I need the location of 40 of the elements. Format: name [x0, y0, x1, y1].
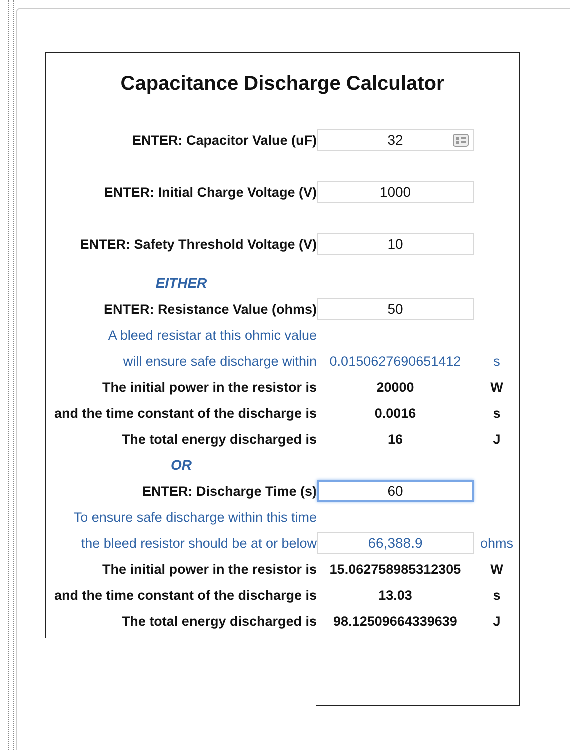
result-label: and the time constant of the discharge is: [53, 588, 317, 602]
card-icon: [453, 134, 469, 147]
result-label: The initial power in the resistor is: [101, 380, 317, 394]
field-label: ENTER: Discharge Time (s): [141, 484, 317, 498]
field-label: ENTER: Safety Threshold Voltage (V): [79, 236, 317, 252]
section-heading: OR: [170, 456, 193, 475]
field-label: ENTER: Capacitor Value (uF): [131, 132, 317, 148]
result-label: The total energy discharged is: [120, 432, 317, 446]
note-text: To ensure safe discharge within this time: [72, 510, 317, 524]
result-value: 0.0016: [374, 406, 418, 420]
output-field[interactable]: 66,388.9: [317, 532, 474, 554]
unit-label: W: [490, 562, 504, 576]
result-value: 15.062758985312305: [328, 562, 462, 576]
unit-label: W: [490, 380, 504, 394]
result-value: 16: [386, 432, 404, 446]
calculator-title: Capacitance Discharge Calculator: [120, 72, 446, 97]
input-field[interactable]: 60: [317, 480, 474, 502]
result-label: The total energy discharged is: [120, 614, 317, 628]
result-label: and the time constant of the discharge is: [53, 406, 317, 420]
input-field[interactable]: 50: [317, 298, 474, 320]
unit-label: ohms: [479, 536, 514, 550]
result-value: 20000: [376, 380, 416, 394]
result-value: 13.03: [378, 588, 414, 602]
note-text: A bleed resistar at this ohmic value: [107, 328, 317, 342]
unit-label: s: [492, 354, 502, 368]
note-text: will ensure safe discharge within: [122, 354, 317, 368]
field-label: ENTER: Initial Charge Voltage (V): [103, 184, 317, 200]
unit-label: s: [492, 406, 502, 420]
result-value: 98.12509664339639: [332, 614, 458, 628]
result-value: 0.0150627690651412: [328, 354, 462, 368]
result-label: The initial power in the resistor is: [101, 562, 317, 576]
unit-label: J: [492, 432, 502, 446]
input-field[interactable]: 10: [317, 233, 474, 255]
input-field[interactable]: 32: [317, 129, 474, 151]
unit-label: J: [492, 614, 502, 628]
unit-label: s: [492, 588, 502, 602]
field-label: ENTER: Resistance Value (ohms): [102, 302, 317, 316]
input-field[interactable]: 1000: [317, 181, 474, 203]
section-heading: EITHER: [154, 274, 208, 293]
note-text: the bleed resistor should be at or below: [80, 536, 317, 550]
